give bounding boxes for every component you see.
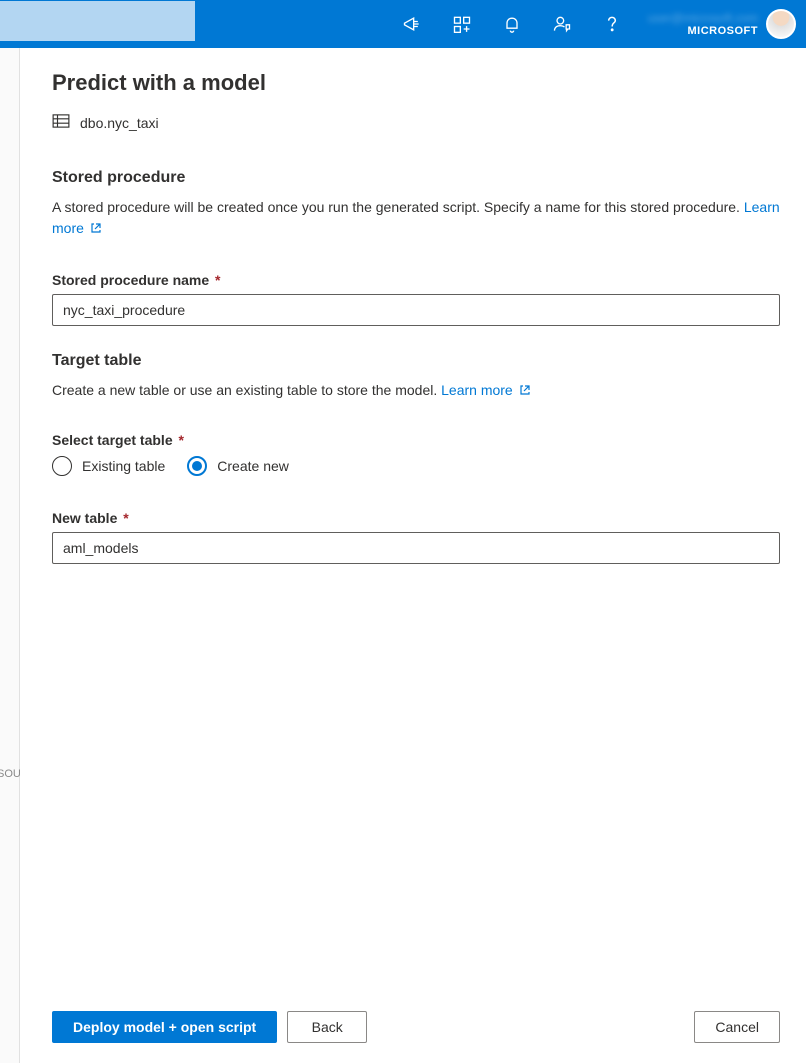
topbar-icon-group: [388, 0, 636, 48]
new-table-input[interactable]: [52, 532, 780, 564]
tenant-name: MICROSOFT: [688, 25, 759, 37]
select-target-table-label: Select target table *: [52, 432, 780, 448]
topbar-search-placeholder[interactable]: [0, 1, 195, 41]
external-link-icon: [90, 219, 102, 240]
radio-create-new[interactable]: Create new: [187, 456, 289, 476]
target-table-desc-text: Create a new table or use an existing ta…: [52, 382, 441, 398]
tenant-email: user@microsoft.com: [648, 11, 758, 25]
required-asterisk: *: [211, 272, 220, 288]
deploy-button[interactable]: Deploy model + open script: [52, 1011, 277, 1043]
radio-circle-checked-icon: [187, 456, 207, 476]
directory-icon[interactable]: [438, 0, 486, 48]
data-source-row: dbo.nyc_taxi: [52, 114, 780, 131]
stored-procedure-heading: Stored procedure: [52, 169, 780, 187]
side-label-truncated: SOU: [0, 768, 21, 780]
avatar[interactable]: [766, 9, 796, 39]
back-button[interactable]: Back: [287, 1011, 367, 1043]
new-table-label: New table *: [52, 510, 780, 526]
footer-bar: Deploy model + open script Back Cancel: [0, 997, 806, 1063]
target-table-description: Create a new table or use an existing ta…: [52, 380, 780, 402]
feedback-icon[interactable]: [538, 0, 586, 48]
notifications-icon[interactable]: [488, 0, 536, 48]
radio-existing-table[interactable]: Existing table: [52, 456, 165, 476]
megaphone-icon[interactable]: [388, 0, 436, 48]
table-icon: [52, 114, 70, 131]
help-icon[interactable]: [588, 0, 636, 48]
target-table-learn-more-link[interactable]: Learn more: [441, 382, 530, 398]
cancel-button[interactable]: Cancel: [694, 1011, 780, 1043]
stored-procedure-description: A stored procedure will be created once …: [52, 197, 780, 240]
page-title: Predict with a model: [52, 70, 780, 96]
main-panel: Predict with a model dbo.nyc_taxi Stored…: [0, 48, 806, 997]
external-link-icon: [519, 381, 531, 402]
radio-create-label: Create new: [217, 458, 289, 474]
left-rail: SOU: [0, 48, 20, 1063]
target-table-radio-group: Existing table Create new: [52, 456, 780, 476]
radio-existing-label: Existing table: [82, 458, 165, 474]
required-asterisk: *: [175, 432, 184, 448]
data-source-name: dbo.nyc_taxi: [80, 115, 159, 131]
stored-procedure-name-input[interactable]: [52, 294, 780, 326]
stored-procedure-name-label: Stored procedure name *: [52, 272, 780, 288]
tenant-block[interactable]: user@microsoft.com MICROSOFT: [648, 11, 758, 37]
stored-procedure-desc-text: A stored procedure will be created once …: [52, 199, 744, 215]
learn-more-label: Learn more: [441, 382, 513, 398]
radio-circle-icon: [52, 456, 72, 476]
top-bar: user@microsoft.com MICROSOFT: [0, 0, 806, 48]
required-asterisk: *: [119, 510, 128, 526]
target-table-heading: Target table: [52, 352, 780, 370]
